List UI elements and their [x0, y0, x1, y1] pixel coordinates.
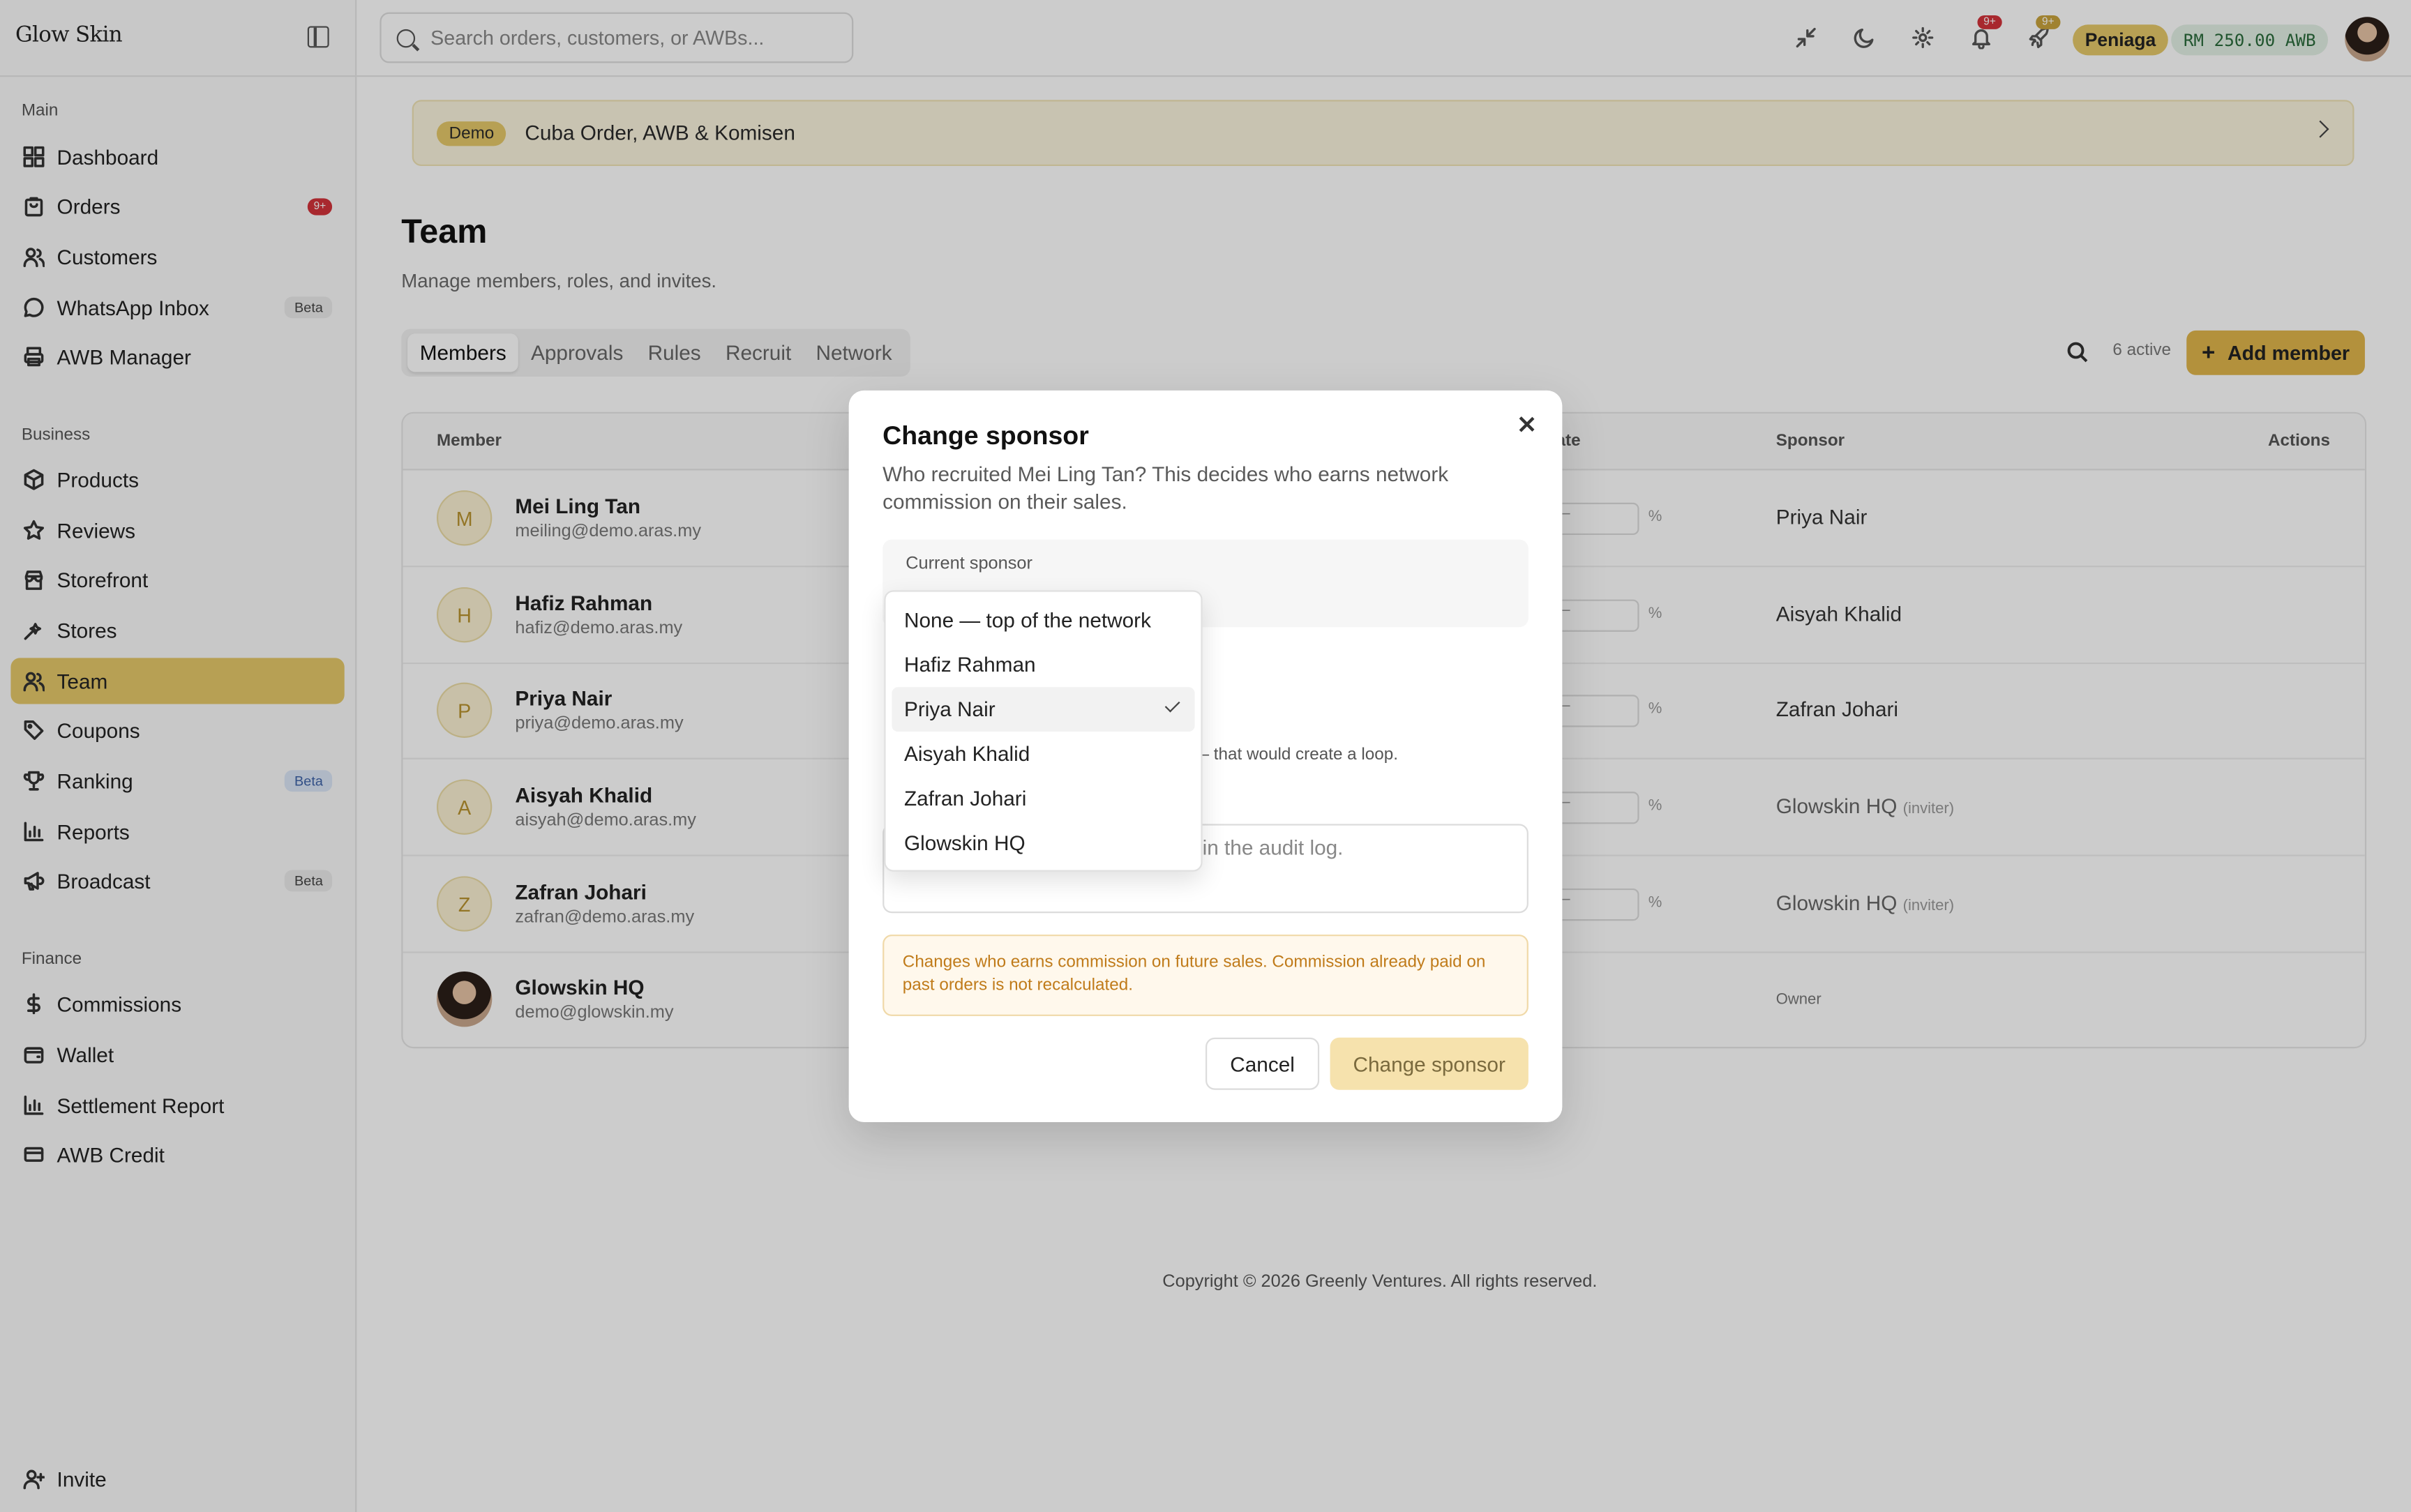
cancel-button[interactable]: Cancel	[1206, 1037, 1320, 1090]
check-icon	[1164, 697, 1180, 713]
cycle-warning-text: ed — that would create a loop.	[1169, 745, 1399, 764]
current-sponsor-label: Current sponsor	[906, 554, 1032, 574]
dialog-description: Who recruited Mei Ling Tan? This decides…	[882, 462, 1449, 514]
commission-warning: Changes who earns commission on future s…	[882, 935, 1529, 1016]
dropdown-option-glowskin[interactable]: Glowskin HQ	[892, 821, 1194, 865]
option-label: Priya Nair	[904, 697, 996, 721]
dialog-title: Change sponsor	[882, 421, 1089, 451]
dropdown-option-none[interactable]: None — top of the network	[892, 598, 1194, 642]
dropdown-option-priya[interactable]: Priya Nair	[892, 687, 1195, 732]
close-icon[interactable]	[1516, 415, 1538, 437]
dropdown-option-hafiz[interactable]: Hafiz Rahman	[892, 642, 1194, 687]
change-sponsor-button[interactable]: Change sponsor	[1330, 1037, 1529, 1090]
app-root: Glow Skin Main Dashboard Orders 9+ Custo…	[0, 0, 2411, 1512]
dropdown-option-zafran[interactable]: Zafran Johari	[892, 776, 1194, 821]
reason-placeholder: in the audit log.	[1202, 836, 1344, 860]
dropdown-option-aisyah[interactable]: Aisyah Khalid	[892, 732, 1194, 776]
sponsor-dropdown: None — top of the network Hafiz Rahman P…	[884, 590, 1203, 872]
